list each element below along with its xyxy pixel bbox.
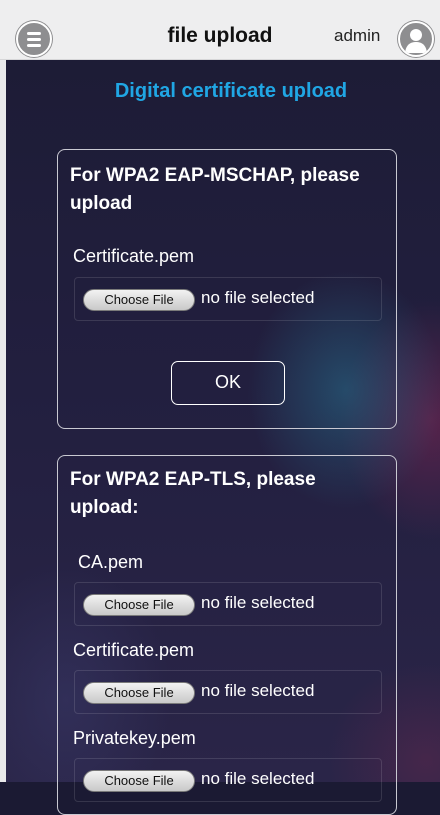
user-icon[interactable]	[398, 21, 434, 57]
tls-panel-heading: For WPA2 EAP-TLS, please upload:	[70, 469, 316, 518]
tls-ca-file-input: Choose File no file selected	[74, 582, 382, 626]
tls-privatekey-label: Privatekey.pem	[73, 728, 196, 748]
mschap-upload-panel: For WPA2 EAP-MSCHAP, please upload Certi…	[57, 149, 397, 429]
app-header: file upload admin	[0, 0, 440, 60]
choose-file-button[interactable]: Choose File	[83, 594, 195, 616]
choose-file-button[interactable]: Choose File	[83, 770, 195, 792]
tls-certificate-file-input: Choose File no file selected	[74, 670, 382, 714]
menu-icon[interactable]	[16, 21, 52, 57]
choose-file-button[interactable]: Choose File	[83, 289, 195, 311]
page-title: Digital certificate upload	[114, 80, 348, 102]
tls-privatekey-file-input: Choose File no file selected	[74, 758, 382, 802]
choose-file-button[interactable]: Choose File	[83, 682, 195, 704]
file-status: no file selected	[201, 593, 315, 612]
ok-button[interactable]: OK	[171, 361, 285, 405]
file-status: no file selected	[201, 769, 315, 788]
tls-upload-panel: For WPA2 EAP-TLS, please upload: CA.pem …	[57, 455, 397, 815]
user-silhouette-icon	[405, 29, 427, 53]
mschap-certificate-label: Certificate.pem	[73, 246, 195, 266]
user-name[interactable]: admin	[334, 26, 380, 46]
file-status: no file selected	[201, 288, 315, 307]
file-status: no file selected	[201, 681, 315, 700]
mschap-panel-heading: For WPA2 EAP-MSCHAP, please upload	[70, 165, 360, 214]
header-title: file upload	[167, 24, 273, 47]
left-edge-strip	[0, 60, 6, 782]
tls-ca-label: CA.pem	[78, 552, 144, 572]
tls-certificate-label: Certificate.pem	[73, 640, 195, 660]
mschap-certificate-file-input: Choose File no file selected	[74, 277, 382, 321]
